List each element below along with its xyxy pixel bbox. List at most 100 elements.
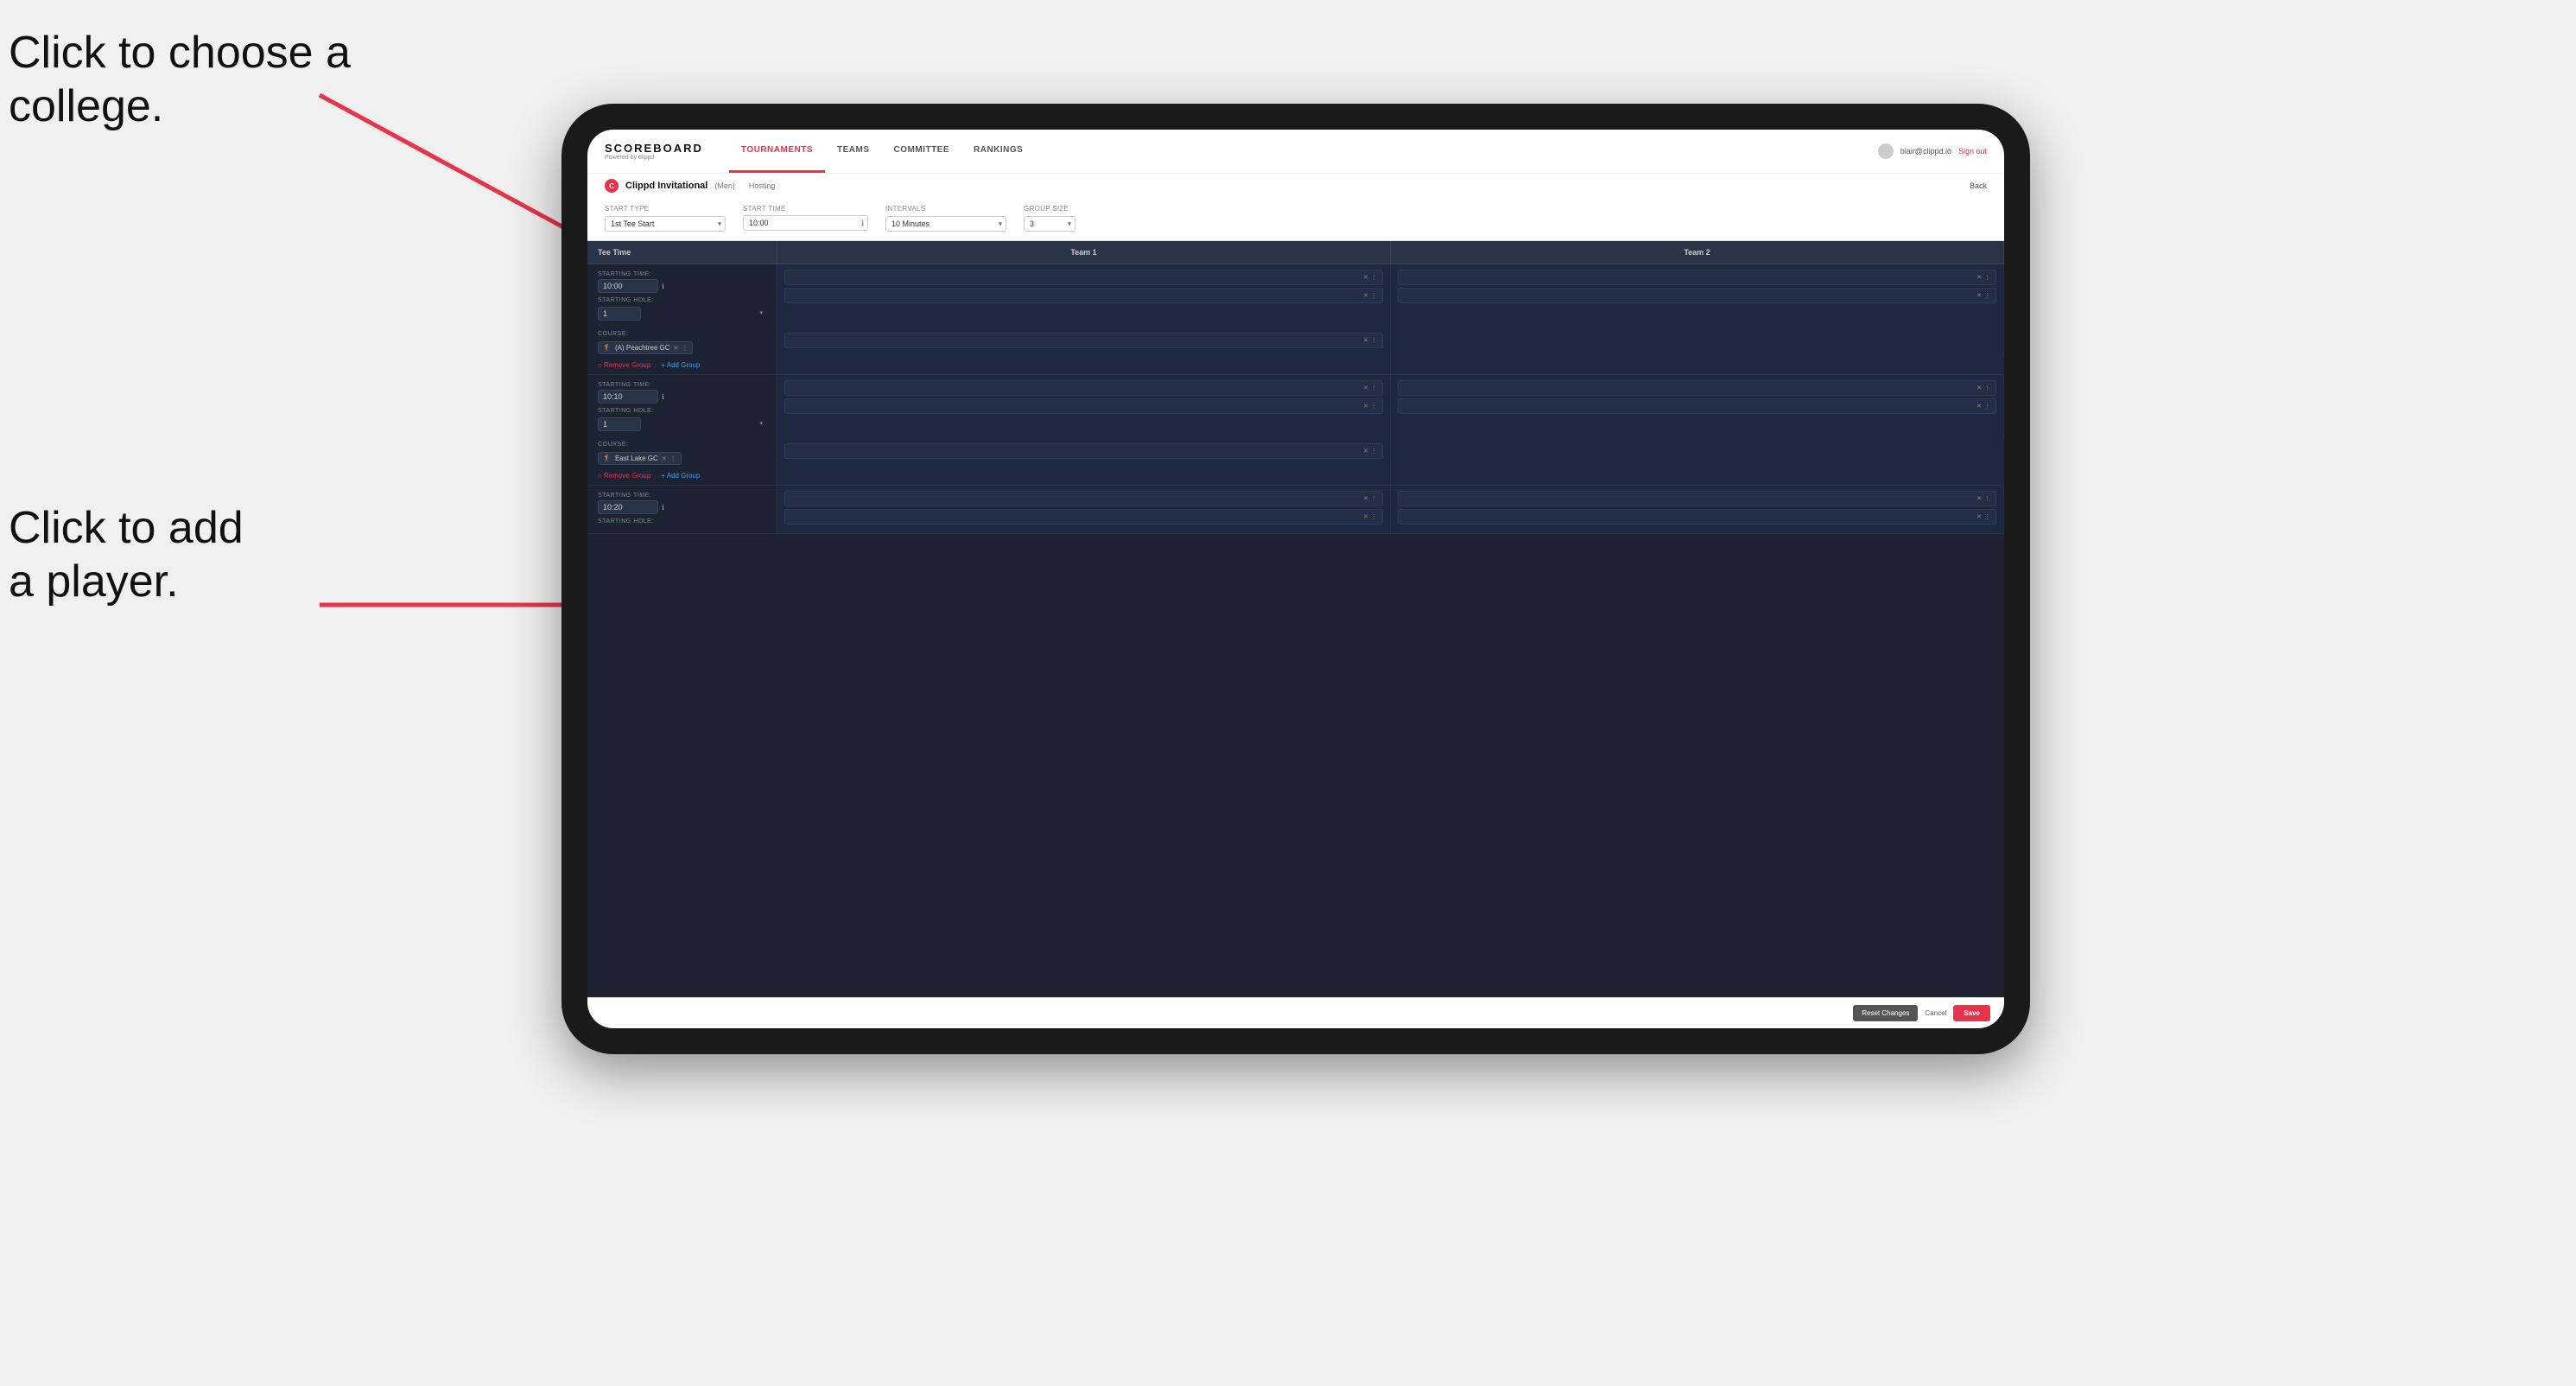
th-team1: Team 1 <box>777 241 1391 264</box>
nav-tab-rankings[interactable]: RANKINGS <box>961 130 1035 173</box>
annotation-player: Click to add a player. <box>9 501 244 609</box>
starting-time-input-1[interactable] <box>598 279 658 293</box>
nav-tab-tournaments[interactable]: TOURNAMENTS <box>729 130 825 173</box>
starting-time-input-2[interactable] <box>598 390 658 404</box>
team2-player-controls-1-1: ✕ ⋮ <box>1976 274 1990 281</box>
time-info-icon-1: ℹ <box>662 283 664 290</box>
cancel-button[interactable]: Cancel <box>1925 1009 1946 1017</box>
team2-move-1-2[interactable]: ⋮ <box>1984 292 1990 299</box>
group-row-3: STARTING TIME: ℹ STARTING HOLE: ✕ ⋮ <box>587 486 2004 533</box>
starting-time-label-3: STARTING TIME: <box>598 493 766 499</box>
tablet-screen: SCOREBOARD Powered by clippd TOURNAMENTS… <box>587 130 2004 1028</box>
move-3-1[interactable]: ⋮ <box>1371 495 1377 502</box>
move-player-1-1[interactable]: ⋮ <box>1371 274 1377 281</box>
group-size-select[interactable]: 3 <box>1024 216 1075 232</box>
remove-2-1[interactable]: ✕ <box>1363 385 1368 391</box>
start-time-label: Start Time <box>743 205 868 213</box>
player-row-2-2[interactable]: ✕ ⋮ <box>784 398 1383 414</box>
team1-course-player-1: ✕ ⋮ <box>777 327 1391 358</box>
remove-player-1-2[interactable]: ✕ <box>1363 292 1368 299</box>
hosting-badge: Hosting <box>749 181 776 190</box>
time-info-icon-3: ℹ <box>662 504 664 512</box>
table-header: Tee Time Team 1 Team 2 <box>587 241 2004 264</box>
remove-2-2[interactable]: ✕ <box>1363 403 1368 410</box>
course-chevron-2[interactable]: ⋮ <box>670 455 676 462</box>
team2-player-row-1-2[interactable]: ✕ ⋮ <box>1398 288 1996 303</box>
start-time-input[interactable] <box>743 215 868 231</box>
reset-changes-button[interactable]: Reset Changes <box>1853 1005 1918 1021</box>
cp-move-2[interactable]: ⋮ <box>1371 448 1377 455</box>
starting-time-input-3[interactable] <box>598 500 658 514</box>
team2-player-row-3-2[interactable]: ✕ ⋮ <box>1398 509 1996 525</box>
team2-move-1-1[interactable]: ⋮ <box>1984 274 1990 281</box>
course-move-1-1[interactable]: ⋮ <box>1371 337 1377 344</box>
team2-player-row-1-1[interactable]: ✕ ⋮ <box>1398 270 1996 285</box>
course-remove-1-1[interactable]: ✕ <box>1363 337 1368 344</box>
content-area[interactable]: STARTING TIME: ℹ STARTING HOLE: 1 <box>587 264 2004 997</box>
group-row-1: STARTING TIME: ℹ STARTING HOLE: 1 <box>587 264 2004 327</box>
add-group-btn-1[interactable]: + Add Group <box>661 361 700 369</box>
move-2-1[interactable]: ⋮ <box>1371 385 1377 391</box>
nav-tab-committee[interactable]: COMMITTEE <box>882 130 962 173</box>
player-row-1-2[interactable]: ✕ ⋮ <box>784 288 1383 303</box>
remove-3-2[interactable]: ✕ <box>1363 513 1368 520</box>
t2-remove-3-1[interactable]: ✕ <box>1976 495 1982 502</box>
move-2-2[interactable]: ⋮ <box>1371 403 1377 410</box>
starting-hole-select-2[interactable]: 1 <box>598 417 641 431</box>
t2-remove-3-2[interactable]: ✕ <box>1976 513 1982 520</box>
nav-user: blair@clippd.io Sign out <box>1878 143 1987 159</box>
course-player-controls-1-1: ✕ ⋮ <box>1363 337 1377 344</box>
course-player-row-1-1[interactable]: ✕ ⋮ <box>784 333 1383 348</box>
player-controls-3-1: ✕ ⋮ <box>1363 495 1377 502</box>
team2-player-row-3-1[interactable]: ✕ ⋮ <box>1398 491 1996 506</box>
player-row-1-1[interactable]: ✕ ⋮ <box>784 270 1383 285</box>
t2-move-3-2[interactable]: ⋮ <box>1984 513 1990 520</box>
starting-hole-label-1: STARTING HOLE: <box>598 297 766 303</box>
add-group-btn-2[interactable]: + Add Group <box>661 472 700 480</box>
nav-tab-teams[interactable]: TEAMS <box>825 130 882 173</box>
t2-move-2-2[interactable]: ⋮ <box>1984 403 1990 410</box>
annotation-college: Click to choose a college. <box>9 26 351 134</box>
starting-hole-select-1[interactable]: 1 <box>598 307 641 321</box>
move-3-2[interactable]: ⋮ <box>1371 513 1377 520</box>
t1-actions-empty-2 <box>777 468 1391 485</box>
start-type-select-wrap: 1st Tee Start <box>605 215 726 232</box>
course-close-2[interactable]: ✕ <box>662 455 667 462</box>
course-icon-1: 🏌 <box>603 344 612 352</box>
t2-remove-2-1[interactable]: ✕ <box>1976 385 1982 391</box>
course-tag-chevron-1[interactable]: ⋮ <box>682 345 688 352</box>
starting-time-label-2: STARTING TIME: <box>598 382 766 388</box>
team2-remove-1-2[interactable]: ✕ <box>1976 292 1982 299</box>
remove-group-btn-2[interactable]: ○ Remove Group <box>598 472 650 480</box>
player-row-3-2[interactable]: ✕ ⋮ <box>784 509 1383 525</box>
cp-remove-2[interactable]: ✕ <box>1363 448 1368 455</box>
player-row-2-1[interactable]: ✕ ⋮ <box>784 380 1383 396</box>
starting-hole-label-2: STARTING HOLE: <box>598 408 766 414</box>
remove-3-1[interactable]: ✕ <box>1363 495 1368 502</box>
intervals-select[interactable]: 10 Minutes <box>885 216 1006 232</box>
tournament-name: Clippd Invitational <box>625 181 707 191</box>
course-name-1: (A) Peachtree GC <box>615 344 670 352</box>
starting-hole-wrap-2: 1 <box>598 416 766 431</box>
remove-player-1-1[interactable]: ✕ <box>1363 274 1368 281</box>
starting-time-value-2: ℹ <box>598 390 766 404</box>
back-button[interactable]: Back <box>1970 181 1987 190</box>
intervals-group: Intervals 10 Minutes <box>885 205 1006 232</box>
player-row-3-1[interactable]: ✕ ⋮ <box>784 491 1383 506</box>
t2-move-3-1[interactable]: ⋮ <box>1984 495 1990 502</box>
team2-remove-1-1[interactable]: ✕ <box>1976 274 1982 281</box>
t2-move-2-1[interactable]: ⋮ <box>1984 385 1990 391</box>
start-type-label: Start Type <box>605 205 726 213</box>
move-player-1-2[interactable]: ⋮ <box>1371 292 1377 299</box>
t2-remove-2-2[interactable]: ✕ <box>1976 403 1982 410</box>
starting-hole-wrap-1: 1 <box>598 305 766 321</box>
save-button[interactable]: Save <box>1953 1005 1990 1021</box>
team2-player-row-2-2[interactable]: ✕ ⋮ <box>1398 398 1996 414</box>
start-type-select[interactable]: 1st Tee Start <box>605 216 726 232</box>
sign-out-link[interactable]: Sign out <box>1958 147 1987 156</box>
course-row-1: COURSE: 🏌 (A) Peachtree GC ✕ ⋮ <box>587 327 2004 358</box>
course-player-row-2[interactable]: ✕ ⋮ <box>784 443 1383 459</box>
course-tag-close-1[interactable]: ✕ <box>674 345 679 352</box>
remove-group-btn-1[interactable]: ○ Remove Group <box>598 361 650 369</box>
team2-player-row-2-1[interactable]: ✕ ⋮ <box>1398 380 1996 396</box>
